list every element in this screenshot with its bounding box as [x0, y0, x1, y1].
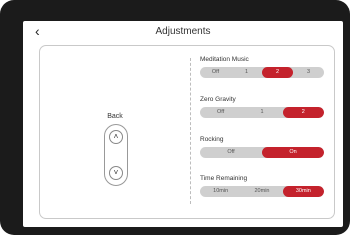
rocking-option[interactable]: Off: [200, 147, 262, 158]
meditation-music-option[interactable]: 3: [293, 67, 324, 78]
zero-gravity-option[interactable]: Off: [200, 107, 241, 118]
back-down-button[interactable]: ˅: [109, 166, 123, 180]
meditation-music-option[interactable]: 2: [262, 67, 293, 78]
back-adjust-pill: ˄ ˅: [104, 124, 128, 186]
time-remaining-label: Time Remaining: [200, 175, 248, 182]
rocking-toggle: Off On: [200, 147, 324, 158]
tablet-bezel: ‹ Adjustments Back ˄ ˅ Meditation Music …: [0, 0, 350, 235]
time-remaining-section: Time Remaining 10min 20min 30min: [200, 175, 327, 197]
page-title: Adjustments: [155, 26, 211, 37]
zero-gravity-option[interactable]: 2: [282, 107, 324, 118]
zero-gravity-label: Zero Gravity: [200, 96, 236, 103]
divider: [190, 58, 191, 204]
time-remaining-option[interactable]: 30min: [282, 186, 324, 197]
rocking-section: Rocking Off On: [200, 136, 327, 158]
meditation-music-section: Meditation Music Off 1 2 3: [200, 56, 327, 78]
rocking-label: Rocking: [200, 136, 224, 143]
back-control: Back ˄ ˅: [40, 46, 190, 218]
meditation-music-option[interactable]: Off: [200, 67, 231, 78]
time-remaining-option[interactable]: 10min: [200, 186, 241, 197]
zero-gravity-section: Zero Gravity Off 1 2: [200, 96, 327, 118]
rocking-option[interactable]: On: [262, 147, 324, 158]
time-remaining-option[interactable]: 20min: [241, 186, 282, 197]
time-remaining-selector: 10min 20min 30min: [200, 186, 324, 197]
meditation-music-option[interactable]: 1: [231, 67, 262, 78]
meditation-music-label: Meditation Music: [200, 56, 249, 63]
zero-gravity-option[interactable]: 1: [241, 107, 282, 118]
back-up-button[interactable]: ˄: [109, 130, 123, 144]
zero-gravity-selector: Off 1 2: [200, 107, 324, 118]
adjustments-panel: Back ˄ ˅ Meditation Music Off 1 2 3 Zero…: [39, 45, 335, 219]
back-label: Back: [107, 113, 123, 120]
screen: ‹ Adjustments Back ˄ ˅ Meditation Music …: [23, 21, 343, 227]
meditation-music-selector: Off 1 2 3: [200, 67, 324, 78]
header: ‹ Adjustments: [23, 21, 343, 43]
